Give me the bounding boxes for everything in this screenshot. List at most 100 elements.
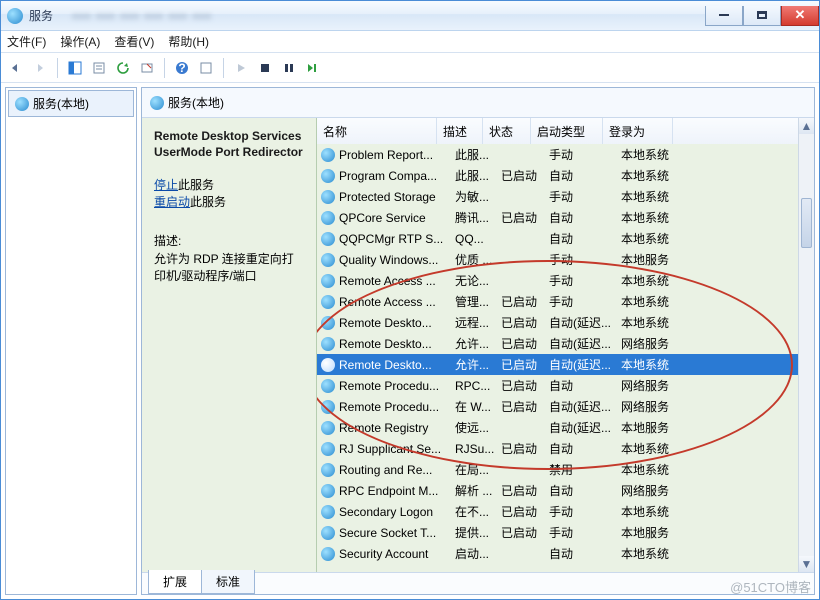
start-service-button[interactable]	[230, 57, 252, 79]
close-button[interactable]: ✕	[781, 6, 819, 26]
cell-status: 已启动	[501, 503, 549, 520]
service-row[interactable]: Secure Socket T...提供...已启动手动本地服务	[317, 522, 798, 543]
tab-standard[interactable]: 标准	[201, 570, 255, 594]
gear-icon	[15, 97, 29, 111]
cell-status: 已启动	[501, 335, 549, 352]
cell-logon: 本地服务	[621, 524, 691, 541]
back-button[interactable]	[5, 57, 27, 79]
gear-icon	[321, 400, 335, 414]
cell-logon: 本地系统	[621, 440, 691, 457]
scroll-up-button[interactable]: ▲	[799, 118, 814, 134]
service-row[interactable]: Remote Access ...管理...已启动手动本地系统	[317, 291, 798, 312]
gear-icon	[321, 190, 335, 204]
cell-name: QQPCMgr RTP S...	[339, 232, 455, 246]
scroll-thumb[interactable]	[801, 198, 812, 248]
menu-view[interactable]: 查看(V)	[114, 33, 154, 50]
content-header: 服务(本地)	[142, 88, 814, 118]
nav-item-local-services[interactable]: 服务(本地)	[8, 90, 134, 117]
titlebar[interactable]: 服务 ▪▪▪ ▪▪▪ ▪▪▪ ▪▪▪ ▪▪▪ ▪▪▪ ✕	[1, 1, 819, 31]
show-hide-tree-button[interactable]	[64, 57, 86, 79]
splitter: Remote Desktop Services UserMode Port Re…	[142, 118, 814, 572]
body-area: 服务(本地) 服务(本地) Remote Desktop Services Us…	[1, 83, 819, 599]
service-row[interactable]: Remote Procedu...在 W...已启动自动(延迟...网络服务	[317, 396, 798, 417]
cell-name: Remote Deskto...	[339, 316, 455, 330]
export-button[interactable]	[136, 57, 158, 79]
restart-service-link[interactable]: 重启动	[154, 195, 190, 209]
service-row[interactable]: Security Account启动...自动本地系统	[317, 543, 798, 564]
restart-service-button[interactable]	[302, 57, 324, 79]
service-row[interactable]: Quality Windows...优质 ...手动本地服务	[317, 249, 798, 270]
menu-file[interactable]: 文件(F)	[7, 33, 46, 50]
service-row[interactable]: Problem Report...此服...手动本地系统	[317, 144, 798, 165]
cell-name: QPCore Service	[339, 211, 455, 225]
cell-name: Problem Report...	[339, 148, 455, 162]
properties-button[interactable]	[88, 57, 110, 79]
cell-startup: 手动	[549, 524, 621, 541]
refresh-button[interactable]	[112, 57, 134, 79]
cell-startup: 自动(延迟...	[549, 335, 621, 352]
service-row[interactable]: QPCore Service腾讯...已启动自动本地系统	[317, 207, 798, 228]
col-logon-as[interactable]: 登录为	[603, 118, 673, 145]
service-row[interactable]: Remote Procedu...RPC...已启动自动网络服务	[317, 375, 798, 396]
cell-desc: 腾讯...	[455, 209, 501, 226]
cell-desc: 此服...	[455, 167, 501, 184]
gear-icon	[321, 547, 335, 561]
cell-name: Quality Windows...	[339, 253, 455, 267]
gear-icon	[321, 148, 335, 162]
service-row[interactable]: Remote Access ...无论...手动本地系统	[317, 270, 798, 291]
stop-suffix: 此服务	[178, 178, 214, 192]
cell-desc: 在 W...	[455, 398, 501, 415]
menu-help[interactable]: 帮助(H)	[168, 33, 209, 50]
forward-button[interactable]	[29, 57, 51, 79]
cell-desc: 允许...	[455, 335, 501, 352]
service-row[interactable]: Program Compa...此服...已启动自动本地系统	[317, 165, 798, 186]
service-row[interactable]: RPC Endpoint M...解析 ...已启动自动网络服务	[317, 480, 798, 501]
service-row[interactable]: Routing and Re...在局...禁用本地系统	[317, 459, 798, 480]
services-window: 服务 ▪▪▪ ▪▪▪ ▪▪▪ ▪▪▪ ▪▪▪ ▪▪▪ ✕ 文件(F) 操作(A)…	[0, 0, 820, 600]
help-button[interactable]: ?	[171, 57, 193, 79]
pause-service-button[interactable]	[278, 57, 300, 79]
gear-icon	[321, 505, 335, 519]
service-row[interactable]: RJ Supplicant Se...RJSu...已启动自动本地系统	[317, 438, 798, 459]
col-name[interactable]: 名称	[317, 118, 437, 145]
gear-icon	[321, 379, 335, 393]
gear-icon	[321, 274, 335, 288]
stop-service-button[interactable]	[254, 57, 276, 79]
menu-action[interactable]: 操作(A)	[60, 33, 100, 50]
tab-extended[interactable]: 扩展	[148, 570, 202, 594]
gear-icon	[321, 337, 335, 351]
gear-icon	[321, 253, 335, 267]
service-row[interactable]: Remote Deskto...允许...已启动自动(延迟...网络服务	[317, 333, 798, 354]
cell-name: Remote Registry	[339, 421, 455, 435]
cell-name: RPC Endpoint M...	[339, 484, 455, 498]
cell-startup: 自动	[549, 482, 621, 499]
nav-pane: 服务(本地)	[5, 87, 137, 595]
col-description[interactable]: 描述	[437, 118, 483, 145]
cell-desc: 优质 ...	[455, 251, 501, 268]
cell-startup: 手动	[549, 251, 621, 268]
minimize-button[interactable]	[705, 6, 743, 26]
scroll-down-button[interactable]: ▼	[799, 556, 814, 572]
service-row[interactable]: Protected Storage为敏...手动本地系统	[317, 186, 798, 207]
cell-startup: 禁用	[549, 461, 621, 478]
service-row[interactable]: QQPCMgr RTP S...QQ...自动本地系统	[317, 228, 798, 249]
col-status[interactable]: 状态	[483, 118, 531, 145]
gear-icon	[321, 295, 335, 309]
service-row[interactable]: Remote Registry使远...自动(延迟...本地服务	[317, 417, 798, 438]
cell-startup: 手动	[549, 272, 621, 289]
col-startup-type[interactable]: 启动类型	[531, 118, 603, 145]
service-row[interactable]: Remote Deskto...远程...已启动自动(延迟...本地系统	[317, 312, 798, 333]
gear-icon	[150, 96, 164, 110]
service-row[interactable]: Remote Deskto...允许...已启动自动(延迟...本地系统	[317, 354, 798, 375]
stop-service-link[interactable]: 停止	[154, 178, 178, 192]
service-row[interactable]: Secondary Logon在不...已启动手动本地系统	[317, 501, 798, 522]
services-list[interactable]: Problem Report...此服...手动本地系统Program Comp…	[317, 144, 798, 572]
cell-startup: 自动	[549, 230, 621, 247]
cell-logon: 本地系统	[621, 146, 691, 163]
maximize-button[interactable]	[743, 6, 781, 26]
cell-name: Protected Storage	[339, 190, 455, 204]
vertical-scrollbar[interactable]: ▲ ▼	[798, 118, 814, 572]
cell-status: 已启动	[501, 524, 549, 541]
selected-service-title: Remote Desktop Services UserMode Port Re…	[154, 128, 304, 160]
toolbar-extra-button[interactable]	[195, 57, 217, 79]
